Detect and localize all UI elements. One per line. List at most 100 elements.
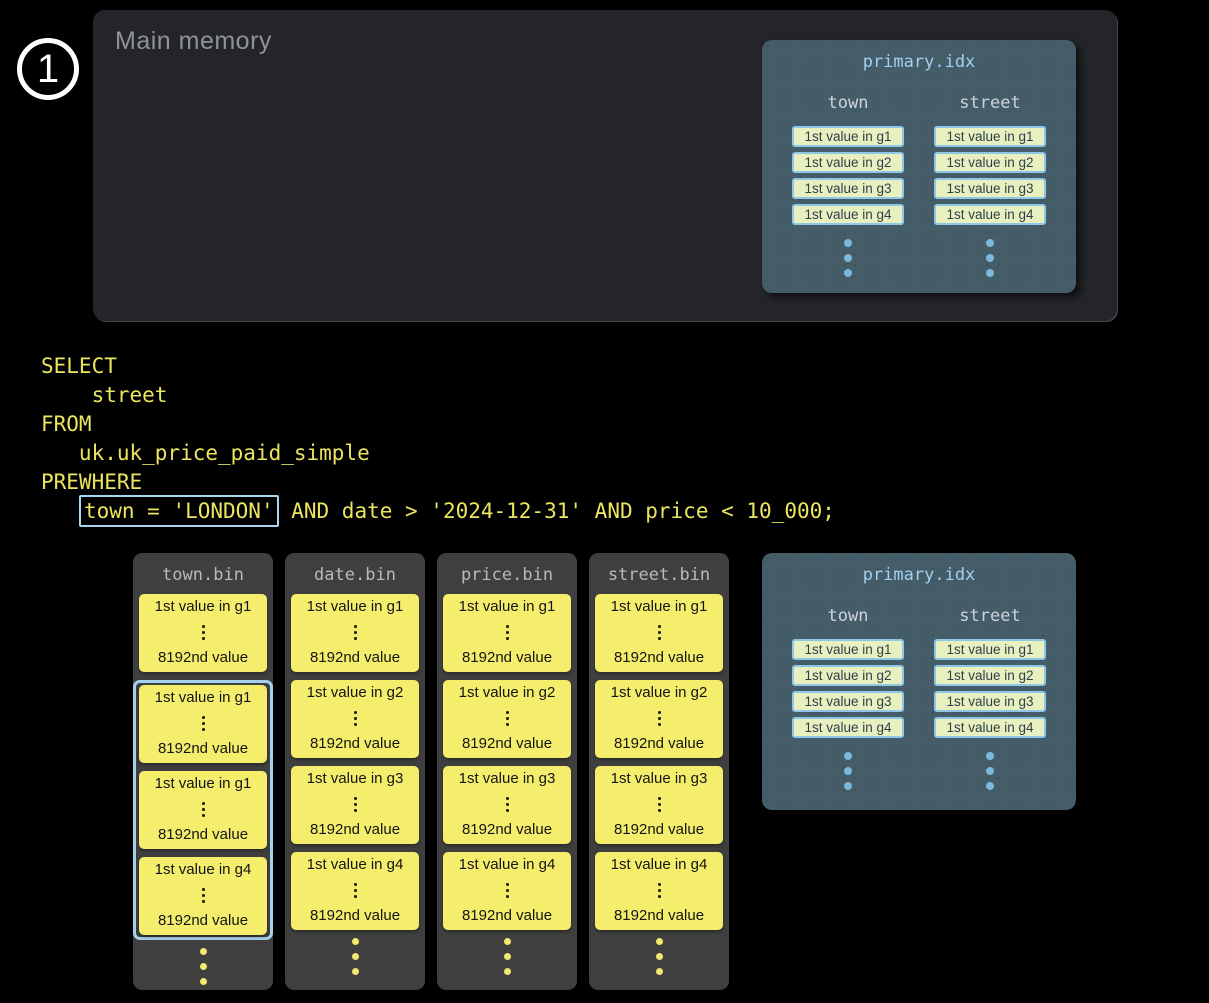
main-memory-title: Main memory [115,27,272,56]
granule-bottom-label: 8192nd value [158,912,248,929]
granule-ellipsis-dot [658,631,661,634]
granule-block: 1st value in g4 8192nd value [443,852,571,930]
primary-index-columns: town1st value in g11st value in g21st va… [762,72,1076,284]
granule-ellipsis [658,622,661,643]
granule-ellipsis-dot [658,883,661,886]
granule-top-label: 1st value in g3 [459,770,556,787]
bin-column: street.bin 1st value in g18192nd value1st… [589,553,729,990]
ellipsis-dot [986,254,994,262]
bin-ellipsis-dot [504,953,511,960]
index-entry-chip: 1st value in g1 [792,126,904,147]
index-entry-chip: 1st value in g1 [934,639,1046,660]
granule-block: 1st value in g18192nd value [139,685,267,763]
bin-ellipsis-dot [504,938,511,945]
bin-ellipsis-dots [133,948,273,985]
granule-ellipsis-dot [202,894,205,897]
granule-ellipsis-dot [202,888,205,891]
granule-ellipsis-dot [202,802,205,805]
granule-top-label: 1st value in g4 [611,856,708,873]
granule-ellipsis [506,880,509,901]
index-entry-chip: 1st value in g4 [934,717,1046,738]
index-entry-chip: 1st value in g4 [792,204,904,225]
index-entry-chip: 1st value in g3 [934,691,1046,712]
primary-index-title: primary.idx [762,553,1076,585]
granule-ellipsis-dot [658,889,661,892]
bin-column-title: price.bin [437,553,577,585]
index-entry-chip: 1st value in g2 [934,152,1046,173]
granule-ellipsis-dot [202,637,205,640]
granule-top-label: 1st value in g4 [459,856,556,873]
granule-ellipsis-dot [354,883,357,886]
bin-ellipsis-dots [437,938,577,975]
bin-columns: town.bin1st value in g18192nd value1st v… [133,553,729,990]
granule-ellipsis-dot [506,883,509,886]
bin-ellipsis-dot [504,968,511,975]
bin-ellipsis-dots [589,938,729,975]
granule-top-label: 1st value in g3 [307,770,404,787]
granule-bottom-label: 8192nd value [462,907,552,924]
ellipsis-dot [986,239,994,247]
ellipsis-dots [844,752,852,797]
bin-ellipsis-dot [656,953,663,960]
granule-area: 1st value in g18192nd value1st value in … [285,594,425,930]
granule-bottom-label: 8192nd value [462,821,552,838]
primary-index-panel-bottom: primary.idx town1st value in g11st value… [762,553,1076,810]
granule-ellipsis [354,880,357,901]
granule-ellipsis-dot [658,637,661,640]
bin-ellipsis-dot [352,968,359,975]
bin-column-title: date.bin [285,553,425,585]
bin-ellipsis-dots [285,938,425,975]
granule-ellipsis [202,799,205,820]
granule-top-label: 1st value in g2 [307,684,404,701]
granule-area: 1st value in g18192nd value1st value in … [589,594,729,930]
ellipsis-dots [986,239,994,284]
ellipsis-dot [986,782,994,790]
granule-ellipsis-dot [506,717,509,720]
granule-ellipsis-dot [506,809,509,812]
ellipsis-dots [986,752,994,797]
granule-ellipsis-dot [658,717,661,720]
granule-ellipsis-dot [202,716,205,719]
granule-ellipsis [354,708,357,729]
ellipsis-dots [844,239,852,284]
bin-column: date.bin 1st value in g18192nd value1st v… [285,553,425,990]
granule-ellipsis-dot [506,637,509,640]
index-entry-chip: 1st value in g3 [792,691,904,712]
granule-ellipsis-dot [202,631,205,634]
bin-column: price.bin1st value in g18192nd value1st … [437,553,577,990]
index-entry-chip: 1st value in g3 [792,178,904,199]
granule-ellipsis [202,885,205,906]
bin-column-title: street.bin [589,553,729,585]
granule-block: 1st value in g48192nd value [139,857,267,935]
granule-ellipsis-dot [354,625,357,628]
granule-bottom-label: 8192nd value [158,740,248,757]
granule-ellipsis [506,708,509,729]
primary-index-title: primary.idx [762,40,1076,72]
granule-ellipsis [354,794,357,815]
index-entry-chip: 1st value in g2 [792,665,904,686]
sql-line: FROM [41,410,835,439]
sql-line: SELECT [41,352,835,381]
granule-ellipsis-dot [506,723,509,726]
granule-ellipsis [354,622,357,643]
granule-block: 1st value in g48192nd value [291,852,419,930]
granule-top-label: 1st value in g3 [611,770,708,787]
bin-ellipsis-dot [352,938,359,945]
main-memory-panel: Main memory primary.idx town1st value in… [93,10,1117,321]
granule-block: 1st value in g28192nd value [291,680,419,758]
index-entry-chip: 1st value in g3 [934,178,1046,199]
granule-ellipsis-dot [658,797,661,800]
granule-ellipsis-dot [658,711,661,714]
granule-top-label: 1st value in g1 [611,598,708,615]
granule-ellipsis-dot [506,895,509,898]
granule-ellipsis-dot [354,711,357,714]
granule-ellipsis-dot [506,797,509,800]
bin-ellipsis-dot [200,948,207,955]
granule-ellipsis [506,794,509,815]
step-number-badge: 1 [17,38,79,100]
granule-top-label: 1st value in g4 [307,856,404,873]
selected-granules-highlight: 1st value in g18192nd value 1st value in … [133,680,273,940]
bin-column-title: town.bin [133,553,273,585]
index-column-header: street [959,606,1020,626]
granule-ellipsis-dot [202,808,205,811]
